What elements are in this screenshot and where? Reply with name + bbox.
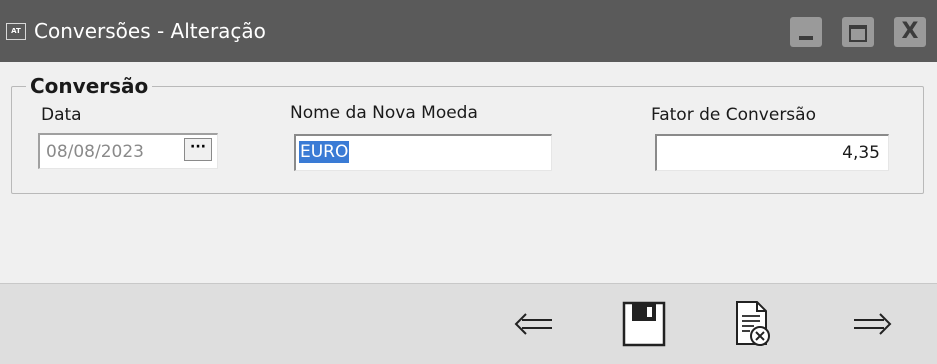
- window-title: Conversões - Alteração: [34, 19, 266, 43]
- nome-moeda-value[interactable]: EURO: [299, 141, 350, 163]
- nome-moeda-input[interactable]: EURO: [294, 134, 552, 171]
- minimize-icon: [799, 36, 813, 40]
- arrow-right-icon: [854, 313, 892, 335]
- fator-conversao-label: Fator de Conversão: [651, 105, 816, 125]
- conversoes-window: AT Conversões - Alteração X Conversão Da…: [0, 0, 937, 364]
- previous-button[interactable]: [508, 298, 560, 350]
- maximize-icon: [849, 25, 867, 42]
- minimize-button[interactable]: [790, 17, 822, 47]
- save-button[interactable]: [618, 298, 670, 350]
- data-label: Data: [41, 105, 82, 125]
- data-field[interactable]: 08/08/2023 ···: [38, 133, 218, 169]
- app-icon[interactable]: AT: [6, 23, 26, 40]
- title-bar[interactable]: AT Conversões - Alteração X: [0, 0, 937, 62]
- next-button[interactable]: [846, 298, 898, 350]
- close-button[interactable]: X: [894, 17, 926, 47]
- arrow-left-icon: [514, 313, 552, 335]
- groupbox-legend: Conversão: [26, 74, 153, 98]
- close-icon: X: [901, 19, 919, 44]
- date-picker-button[interactable]: ···: [184, 138, 212, 161]
- nome-moeda-label: Nome da Nova Moeda: [290, 103, 478, 123]
- cancel-button[interactable]: [726, 298, 778, 350]
- fator-conversao-value[interactable]: 4,35: [842, 142, 880, 164]
- cancel-document-icon: [736, 301, 770, 346]
- bottom-toolbar: [0, 283, 937, 364]
- data-value[interactable]: 08/08/2023: [46, 141, 144, 163]
- save-icon: [622, 301, 666, 347]
- fator-conversao-input[interactable]: 4,35: [655, 134, 889, 171]
- maximize-button[interactable]: [842, 17, 874, 47]
